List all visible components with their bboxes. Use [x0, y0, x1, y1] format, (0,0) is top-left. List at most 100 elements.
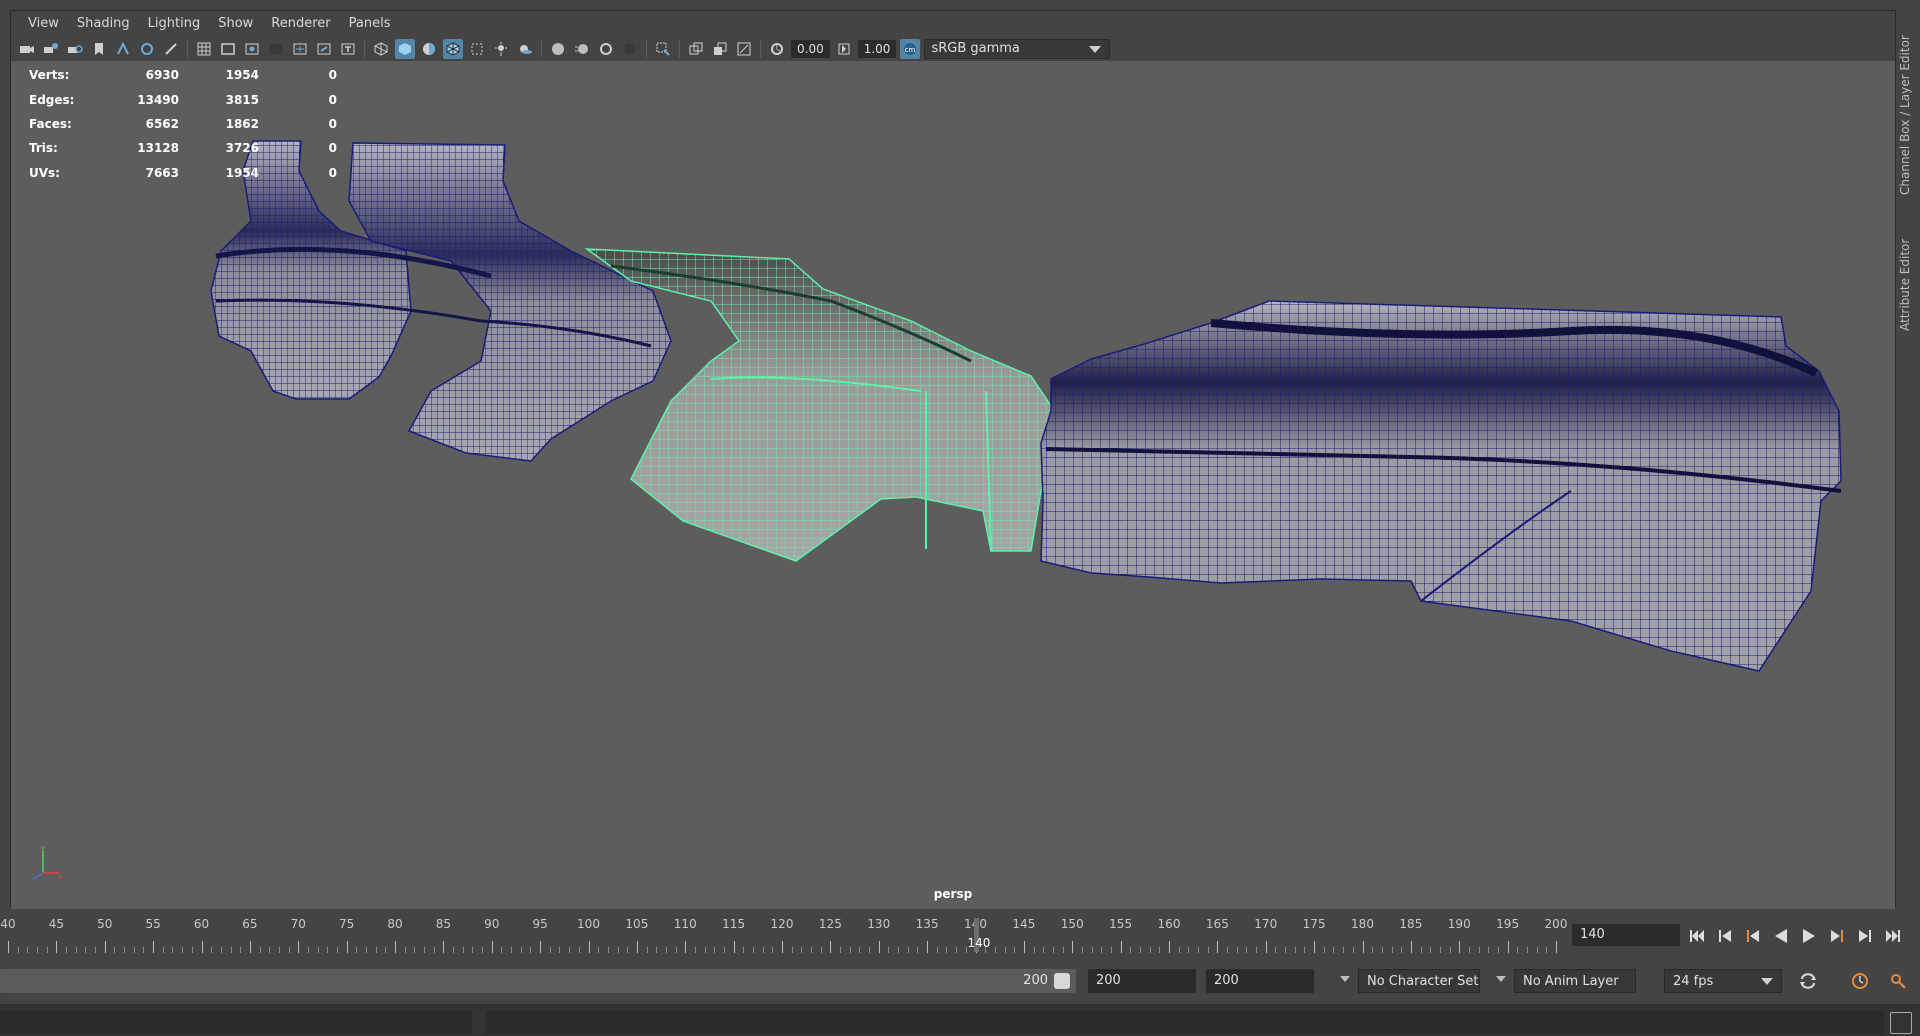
range-slider[interactable]: 200 [0, 969, 1076, 993]
current-frame-field[interactable]: 140 [1572, 924, 1680, 946]
grid-snap-icon[interactable] [113, 39, 133, 59]
wireframe-on-shaded-icon[interactable] [443, 39, 463, 59]
xray-joints-icon[interactable] [686, 39, 706, 59]
gate-mask-icon[interactable] [266, 39, 286, 59]
resolution-gate-icon[interactable] [242, 39, 262, 59]
loop-icon[interactable] [1796, 970, 1820, 992]
go-to-start-icon[interactable] [1686, 925, 1708, 947]
safe-title-icon[interactable] [338, 39, 358, 59]
film-gate-icon-2[interactable] [218, 39, 238, 59]
play-forwards-icon[interactable] [1798, 925, 1820, 947]
fps-label: 24 fps [1673, 974, 1714, 989]
timeline-tick [1207, 947, 1209, 953]
step-back-frame-icon[interactable] [1714, 925, 1736, 947]
toolbar-separator [760, 40, 761, 58]
step-forward-frame-icon[interactable] [1854, 925, 1876, 947]
timeline-tick-label: 155 [1109, 917, 1133, 931]
menu-lighting[interactable]: Lighting [139, 11, 210, 37]
default-material-icon[interactable] [419, 39, 439, 59]
screen-space-ao-icon[interactable] [548, 39, 568, 59]
timeline-tick [656, 947, 658, 953]
safe-action-icon[interactable] [314, 39, 334, 59]
timeline-tick [482, 947, 484, 953]
multisample-aa-icon[interactable] [596, 39, 616, 59]
play-backwards-icon[interactable] [1770, 925, 1792, 947]
menu-panels[interactable]: Panels [340, 11, 400, 37]
mesh-piece-right[interactable] [1040, 300, 1842, 672]
timeline-tick-label: 130 [867, 917, 891, 931]
timeline-tick [1072, 941, 1074, 953]
timeline-tick [114, 947, 116, 953]
time-slider[interactable]: 40 45 50 55 60 65 70 75 80 85 90 95 100 105 110 115 120 1… [0, 914, 1567, 954]
xray-icon[interactable] [467, 39, 487, 59]
timeline-tick [17, 947, 19, 953]
animation-prefs-icon[interactable] [1886, 970, 1910, 992]
exposure-field[interactable]: 0.00 [791, 40, 830, 58]
go-to-end-icon[interactable] [1882, 925, 1904, 947]
gamma-icon[interactable] [834, 39, 854, 59]
timeline-tick-label: 190 [1447, 917, 1471, 931]
isolate-select-icon[interactable] [653, 39, 673, 59]
playback-end-field[interactable]: 200 [1206, 969, 1314, 993]
timeline-tick [936, 947, 938, 953]
smooth-shade-icon[interactable] [395, 39, 415, 59]
color-management-icon[interactable]: cm [900, 39, 921, 59]
wireframe-icon[interactable] [371, 39, 391, 59]
character-set-dropdown[interactable]: No Character Set [1358, 969, 1480, 993]
gamma-field[interactable]: 1.00 [857, 40, 897, 58]
anim-layer-dropdown[interactable]: No Anim Layer [1514, 969, 1636, 993]
hud-value: 0 [328, 165, 337, 180]
tab-attribute-editor[interactable]: Attribute Editor [1898, 230, 1920, 340]
menu-renderer[interactable]: Renderer [262, 11, 339, 37]
color-space-dropdown[interactable]: sRGB gamma [924, 39, 1111, 59]
timeline-tick [201, 941, 203, 953]
image-plane-icon[interactable] [89, 39, 109, 59]
command-feedback [486, 1010, 1884, 1034]
fps-dropdown[interactable]: 24 fps [1664, 969, 1782, 993]
chevron-down-icon[interactable] [1340, 976, 1350, 982]
timeline-tick [1217, 941, 1219, 953]
time-ruler[interactable]: 40 45 50 55 60 65 70 75 80 85 90 95 100 105 110 115 120 1… [0, 914, 1567, 954]
step-back-key-icon[interactable] [1742, 925, 1764, 947]
timeline-tick [327, 947, 329, 953]
menu-show[interactable]: Show [209, 11, 262, 37]
command-input[interactable] [0, 1010, 472, 1034]
field-chart-icon[interactable] [290, 39, 310, 59]
backface-icon[interactable] [710, 39, 730, 59]
bookmark-icon[interactable] [65, 39, 85, 59]
menu-view[interactable]: View [19, 11, 68, 37]
hud-value: 0 [328, 116, 337, 131]
camera-attributes-icon[interactable] [41, 39, 61, 59]
range-slider-handle[interactable] [1054, 973, 1070, 989]
texture-display-icon[interactable] [734, 39, 754, 59]
panel-menubar: View Shading Lighting Show Renderer Pane… [11, 11, 1895, 37]
timeline-tick [1343, 947, 1345, 953]
depth-of-field-icon[interactable] [620, 39, 640, 59]
grid-icon[interactable] [194, 39, 214, 59]
chevron-down-icon[interactable] [1496, 976, 1506, 982]
camera-icon[interactable] [17, 39, 37, 59]
timeline-tick [588, 941, 590, 953]
tab-channel-box[interactable]: Channel Box / Layer Editor [1898, 30, 1920, 200]
step-forward-key-icon[interactable] [1826, 925, 1848, 947]
shadows-icon[interactable] [515, 39, 535, 59]
animation-end-field[interactable]: 200 [1088, 969, 1196, 993]
use-all-lights-icon[interactable] [491, 39, 511, 59]
mesh-scene[interactable] [11, 61, 1895, 909]
timeline-tick [133, 947, 135, 953]
film-gate-icon[interactable] [137, 39, 157, 59]
mesh-piece-left[interactable] [210, 140, 672, 462]
mesh-piece-selected[interactable] [584, 248, 1052, 562]
timeline-tick [1188, 947, 1190, 953]
svg-text:x: x [58, 873, 62, 881]
motion-blur-icon[interactable] [572, 39, 592, 59]
exposure-icon[interactable] [767, 39, 787, 59]
viewport-3d[interactable]: Verts: 6930 1954 0 Edges: 13490 3815 0 F… [11, 61, 1895, 909]
auto-key-icon[interactable] [1848, 970, 1872, 992]
timeline-tick [1333, 947, 1335, 953]
timeline-tick [95, 947, 97, 953]
pencil-icon[interactable] [161, 39, 181, 59]
script-editor-icon[interactable] [1890, 1012, 1912, 1034]
menu-shading[interactable]: Shading [68, 11, 139, 37]
timeline-tick-label: 85 [435, 917, 452, 931]
